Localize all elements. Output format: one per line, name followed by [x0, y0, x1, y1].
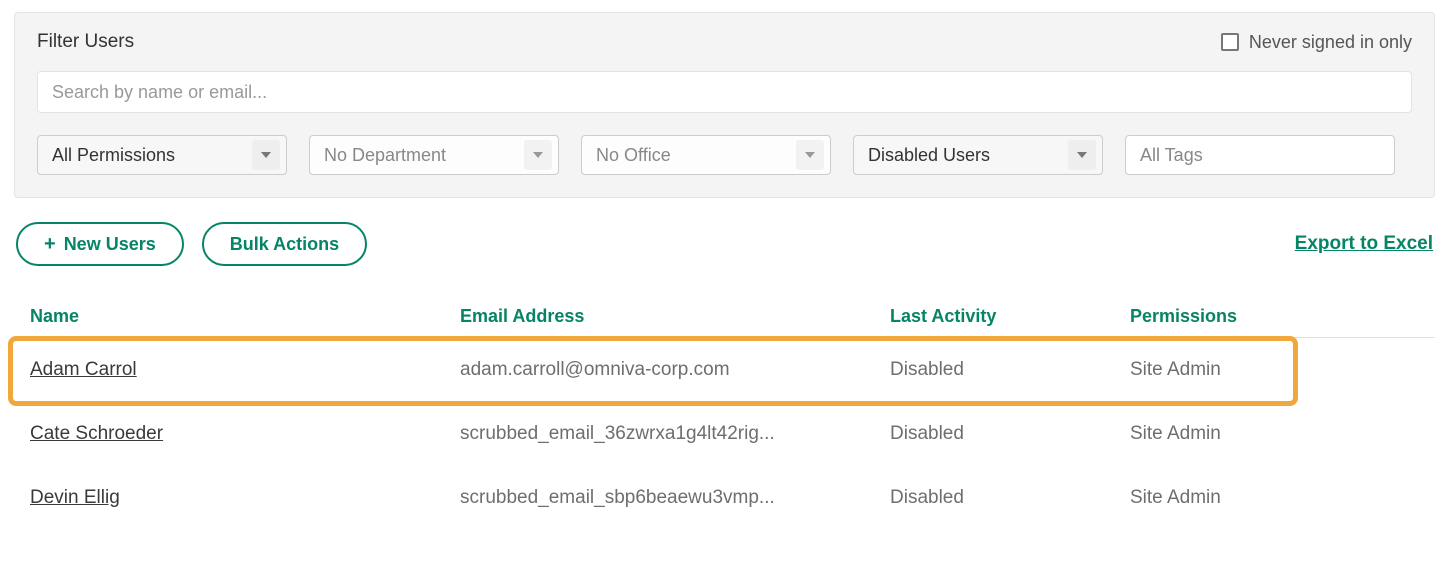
actions-row: + New Users Bulk Actions Export to Excel	[14, 222, 1435, 266]
user-email: scrubbed_email_36zwrxa1g4lt42rig...	[460, 423, 890, 445]
user-email: scrubbed_email_sbp6beaewu3vmp...	[460, 487, 890, 509]
table-row: Devin Ellig scrubbed_email_sbp6beaewu3vm…	[14, 466, 1435, 530]
filter-panel: Filter Users Never signed in only All Pe…	[14, 12, 1435, 198]
user-name-link[interactable]: Devin Ellig	[30, 487, 120, 508]
chevron-down-icon	[1068, 140, 1096, 170]
department-select[interactable]: No Department	[309, 135, 559, 175]
department-select-label: No Department	[324, 145, 446, 166]
status-select[interactable]: Disabled Users	[853, 135, 1103, 175]
chevron-down-icon	[796, 140, 824, 170]
chevron-down-icon	[252, 140, 280, 170]
export-to-excel-link[interactable]: Export to Excel	[1295, 233, 1433, 255]
filter-row: All Permissions No Department No Office …	[37, 135, 1412, 175]
permissions-select-label: All Permissions	[52, 145, 175, 166]
never-signed-in-checkbox[interactable]: Never signed in only	[1221, 32, 1412, 53]
chevron-down-icon	[524, 140, 552, 170]
new-users-label: New Users	[64, 234, 156, 255]
office-select-label: No Office	[596, 145, 671, 166]
col-header-perm[interactable]: Permissions	[1130, 306, 1390, 327]
bulk-actions-label: Bulk Actions	[230, 234, 339, 255]
table-row: Cate Schroeder scrubbed_email_36zwrxa1g4…	[14, 402, 1435, 466]
col-header-email[interactable]: Email Address	[460, 306, 890, 327]
col-header-name[interactable]: Name	[30, 306, 460, 327]
user-email: adam.carroll@omniva-corp.com	[460, 359, 890, 381]
table-row: Adam Carrol adam.carroll@omniva-corp.com…	[14, 338, 1435, 402]
plus-icon: +	[44, 234, 56, 254]
office-select[interactable]: No Office	[581, 135, 831, 175]
user-perm: Site Admin	[1130, 487, 1390, 509]
status-select-label: Disabled Users	[868, 145, 990, 166]
permissions-select[interactable]: All Permissions	[37, 135, 287, 175]
never-signed-label: Never signed in only	[1249, 32, 1412, 53]
new-users-button[interactable]: + New Users	[16, 222, 184, 266]
col-header-last[interactable]: Last Activity	[890, 306, 1130, 327]
user-last: Disabled	[890, 487, 1130, 509]
user-perm: Site Admin	[1130, 423, 1390, 445]
tags-input[interactable]	[1125, 135, 1395, 175]
bulk-actions-button[interactable]: Bulk Actions	[202, 222, 367, 266]
user-last: Disabled	[890, 423, 1130, 445]
filter-title: Filter Users	[37, 31, 134, 53]
table-header-row: Name Email Address Last Activity Permiss…	[14, 296, 1435, 338]
user-last: Disabled	[890, 359, 1130, 381]
user-perm: Site Admin	[1130, 359, 1390, 381]
user-name-link[interactable]: Cate Schroeder	[30, 423, 163, 444]
checkbox-icon	[1221, 33, 1239, 51]
users-table: Name Email Address Last Activity Permiss…	[14, 296, 1435, 530]
user-name-link[interactable]: Adam Carrol	[30, 359, 137, 380]
search-input[interactable]	[37, 71, 1412, 113]
filter-header: Filter Users Never signed in only	[37, 31, 1412, 53]
